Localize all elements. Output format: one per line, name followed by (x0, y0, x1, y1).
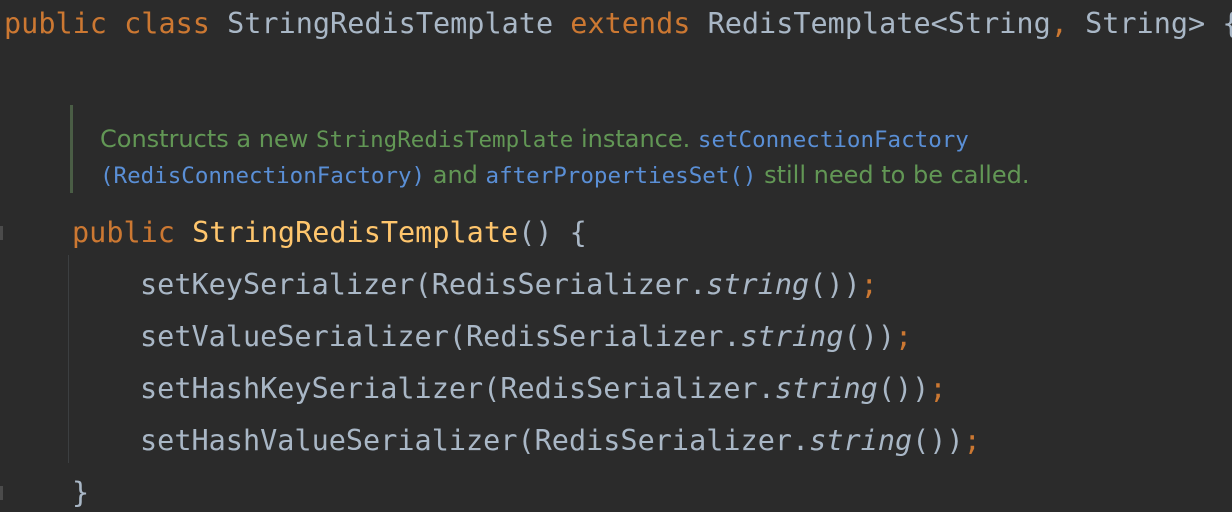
javadoc-text-1: Constructs a new (100, 125, 316, 153)
javadoc-link-set-connection-factory[interactable]: setConnectionFactory (698, 127, 969, 153)
javadoc-text-2: instance. (573, 125, 698, 153)
static-method-string: string (774, 372, 878, 405)
keyword-public: public (72, 216, 175, 249)
javadoc-link-after-properties-set[interactable]: afterPropertiesSet() (486, 163, 757, 189)
code-line-set-hash-value-serializer: setHashValueSerializer(RedisSerializer.s… (140, 421, 981, 461)
semicolon: ; (963, 424, 981, 457)
keyword-public: public (4, 7, 107, 40)
code-line-set-key-serializer: setKeySerializer(RedisSerializer.string(… (140, 265, 878, 305)
closing-brace-line: } (72, 473, 89, 512)
call-close: ()) (843, 320, 895, 353)
class-declaration-line: public class StringRedisTemplate extends… (4, 4, 1232, 44)
closing-brace: } (72, 476, 90, 509)
javadoc-rendered-block[interactable]: Constructs a new StringRedisTemplate ins… (70, 105, 1223, 193)
semicolon: ; (894, 320, 913, 353)
static-method-string: string (809, 424, 913, 457)
call-text: setHashKeySerializer(RedisSerializer. (140, 372, 775, 405)
javadoc-text-3: and (425, 161, 486, 189)
semicolon: ; (929, 372, 947, 405)
constructor-tail: () { (518, 216, 587, 249)
class-name: StringRedisTemplate (227, 7, 554, 40)
keyword-class: class (124, 7, 210, 40)
keyword-extends: extends (570, 7, 691, 40)
javadoc-text-4: still need to be called. (756, 161, 1030, 189)
semicolon: ; (860, 268, 878, 301)
parent-type: RedisTemplate<String (707, 7, 1051, 40)
javadoc-link-connection-factory-param[interactable]: (RedisConnectionFactory) (100, 163, 425, 189)
call-text: setValueSerializer(RedisSerializer. (140, 320, 741, 353)
call-close: ()) (912, 424, 964, 457)
indent-guide (68, 255, 69, 463)
constructor-name: StringRedisTemplate (192, 216, 519, 249)
gutter-fold-marker[interactable] (0, 226, 3, 240)
code-line-set-hash-key-serializer: setHashKeySerializer(RedisSerializer.str… (140, 369, 946, 409)
static-method-string: string (706, 268, 810, 301)
generic-rest: String> { (1067, 7, 1232, 40)
call-close: ()) (877, 372, 930, 405)
code-line-set-value-serializer: setValueSerializer(RedisSerializer.strin… (140, 317, 912, 357)
call-text: setKeySerializer(RedisSerializer. (140, 268, 707, 301)
constructor-declaration-line: public StringRedisTemplate() { (72, 213, 587, 253)
code-editor[interactable]: public class StringRedisTemplate extends… (0, 0, 1232, 512)
comma: , (1050, 7, 1068, 40)
javadoc-code-class: StringRedisTemplate (315, 127, 574, 153)
gutter-fold-marker[interactable] (0, 486, 3, 500)
call-close: ()) (809, 268, 861, 301)
static-method-string: string (740, 320, 844, 353)
javadoc-text: Constructs a new StringRedisTemplate ins… (100, 122, 1200, 194)
call-text: setHashValueSerializer(RedisSerializer. (140, 424, 810, 457)
